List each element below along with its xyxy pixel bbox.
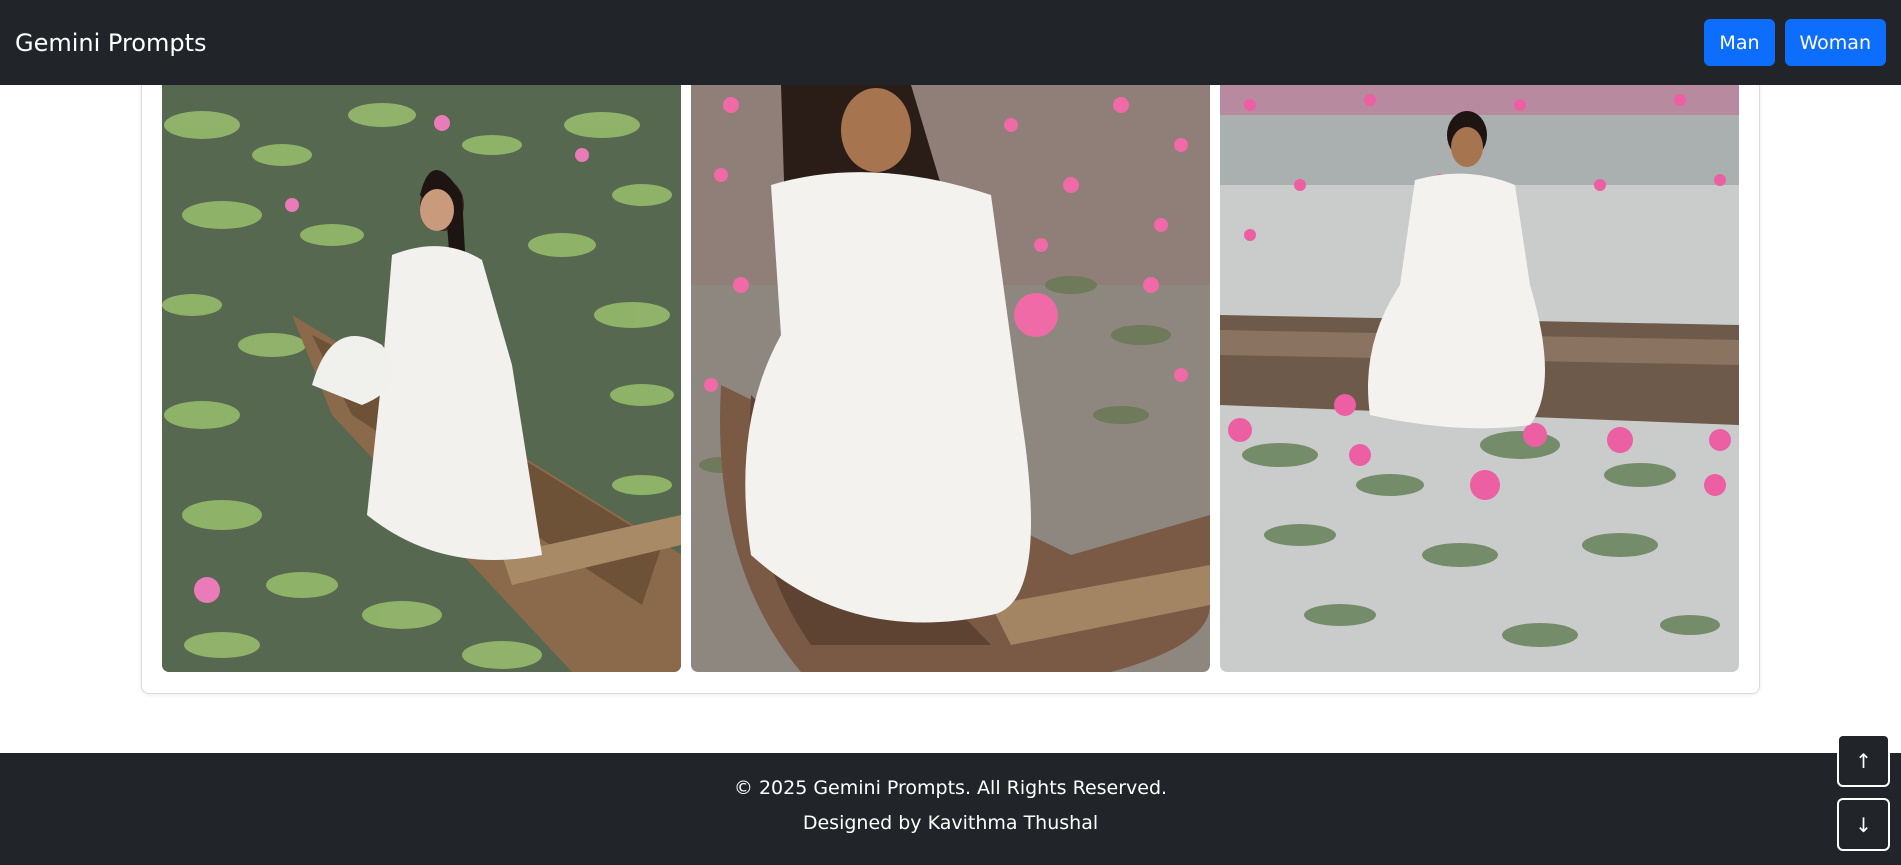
- man-button[interactable]: Man: [1704, 19, 1775, 66]
- lotus-boat-photo-3: [1220, 85, 1739, 672]
- page-footer: © 2025 Gemini Prompts. All Rights Reserv…: [0, 753, 1901, 865]
- footer-credit: Designed by Kavithma Thushal: [802, 812, 1099, 834]
- top-navbar: Gemini Prompts Man Woman: [0, 0, 1901, 85]
- nav-buttons: Man Woman: [1704, 19, 1886, 66]
- brand-logo[interactable]: Gemini Prompts: [15, 29, 207, 57]
- gallery-image[interactable]: [691, 85, 1210, 672]
- scroll-up-button[interactable]: ↑: [1837, 734, 1890, 787]
- woman-button[interactable]: Woman: [1784, 19, 1886, 66]
- footer-copyright: © 2025 Gemini Prompts. All Rights Reserv…: [733, 777, 1168, 799]
- lotus-boat-photo-1: [162, 85, 681, 672]
- gallery-image[interactable]: [1220, 85, 1739, 672]
- lotus-boat-photo-2: [691, 85, 1210, 672]
- gallery-image[interactable]: [162, 85, 681, 672]
- image-gallery: [162, 85, 1739, 672]
- scroll-down-button[interactable]: ↓: [1837, 798, 1890, 851]
